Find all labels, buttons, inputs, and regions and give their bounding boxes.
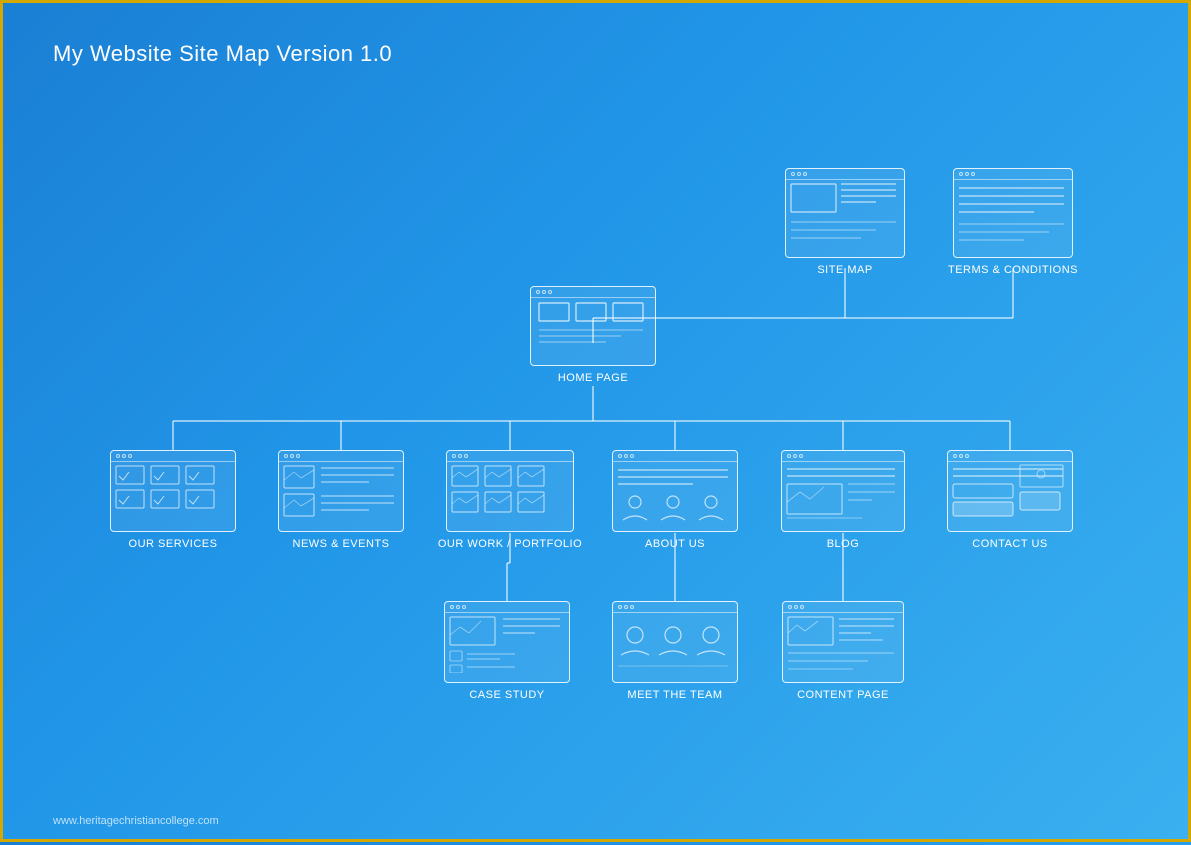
label-casestudy: CASE STUDY [469, 689, 544, 701]
node-casestudy: CASE STUDY [444, 601, 570, 701]
label-meettheteam: MEET THE TEAM [627, 689, 722, 701]
node-contactus: CONTACT US [947, 450, 1073, 550]
label-contactus: CONTACT US [972, 538, 1048, 550]
node-homepage: HOME PAGE [530, 286, 656, 384]
node-sitemap: SITE MAP [785, 168, 905, 276]
node-aboutus: ABOUT US [612, 450, 738, 550]
label-sitemap: SITE MAP [817, 264, 872, 276]
label-homepage: HOME PAGE [558, 372, 628, 384]
footer-text: www.heritagechristiancollege.com [53, 815, 219, 827]
label-ourservices: OUR SERVICES [129, 538, 218, 550]
label-newsevents: NEWS & EVENTS [293, 538, 390, 550]
label-terms: TERMS & CONDITIONS [948, 264, 1078, 276]
node-blog: BLOG [781, 450, 905, 550]
label-portfolio: OUR WORK / PORTFOLIO [438, 538, 582, 550]
label-aboutus: ABOUT US [645, 538, 705, 550]
label-contentpage: CONTENT PAGE [797, 689, 889, 701]
node-contentpage: CONTENT PAGE [782, 601, 904, 701]
label-blog: BLOG [827, 538, 860, 550]
node-portfolio: OUR WORK / PORTFOLIO [446, 450, 574, 550]
page-title: My Website Site Map Version 1.0 [53, 41, 392, 67]
node-terms: TERMS & CONDITIONS [953, 168, 1073, 276]
node-newsevents: NEWS & EVENTS [278, 450, 404, 550]
node-ourservices: OUR SERVICES [110, 450, 236, 550]
node-meettheteam: MEET THE TEAM [612, 601, 738, 701]
